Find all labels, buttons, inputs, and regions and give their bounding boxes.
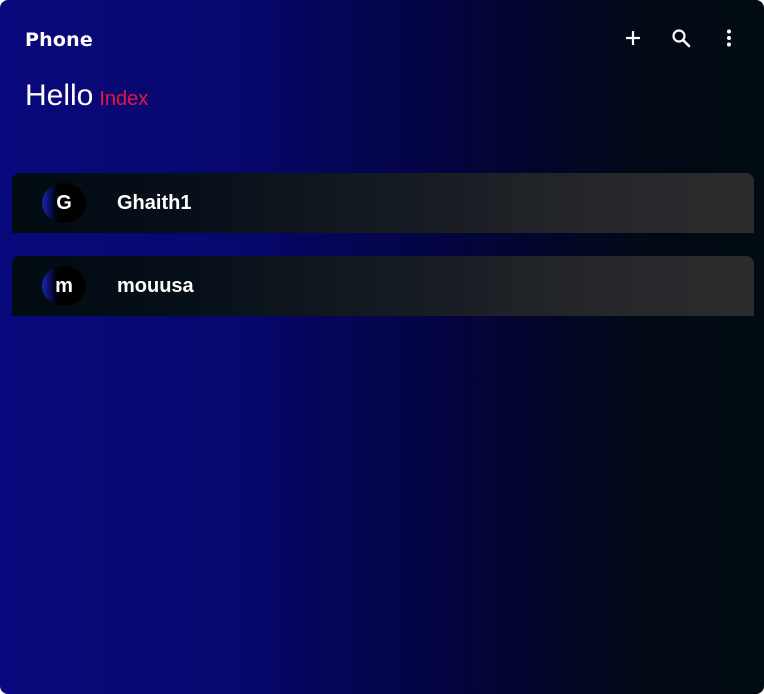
greeting: Hello Index: [25, 79, 148, 113]
plus-icon: [626, 31, 640, 45]
avatar-initial: m: [55, 274, 73, 297]
contact-list-item[interactable]: G Ghaith1: [12, 173, 754, 233]
app-title: Phone: [25, 29, 93, 51]
avatar: m: [42, 266, 86, 306]
search-icon: [672, 29, 691, 48]
avatar: G: [42, 183, 86, 223]
phone-app-window: Phone Hello Index G Ghaith1 m mouusa: [0, 0, 764, 694]
search-button[interactable]: [669, 26, 693, 50]
contact-name: Ghaith1: [117, 192, 192, 214]
avatar-initial: G: [56, 191, 72, 214]
more-options-button[interactable]: [717, 26, 741, 50]
greeting-hello: Hello: [25, 79, 94, 112]
app-bar: Phone: [0, 0, 764, 78]
greeting-user-name: Index: [99, 88, 149, 110]
more-vertical-icon: [727, 29, 731, 47]
add-contact-button[interactable]: [621, 26, 645, 50]
contact-name: mouusa: [117, 275, 194, 297]
contact-list-item[interactable]: m mouusa: [12, 256, 754, 316]
